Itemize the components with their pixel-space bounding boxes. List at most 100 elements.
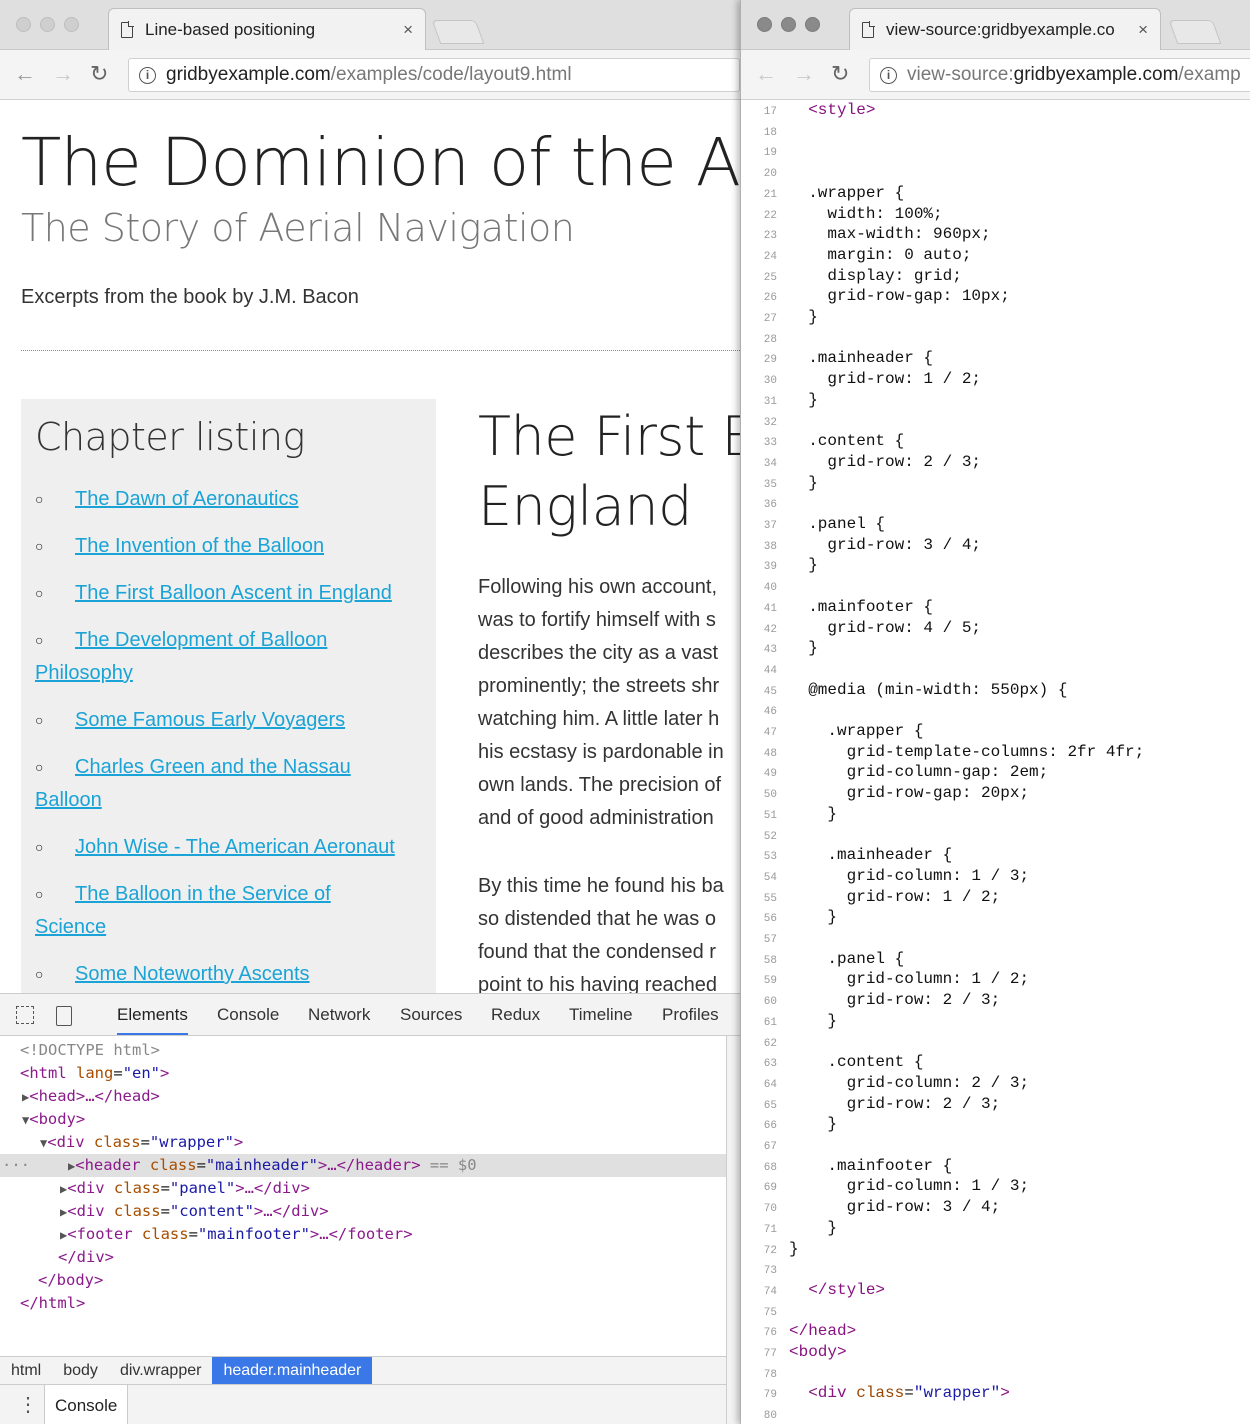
source-code-text: grid-column: 1 / 3; — [789, 1177, 1030, 1196]
chapter-link[interactable]: Charles Green and the Nassau — [75, 756, 351, 778]
close-window-button[interactable] — [16, 17, 31, 32]
source-line: 54 grid-column: 1 / 3; — [741, 866, 1250, 887]
dom-node-html-close[interactable]: </html> — [0, 1292, 726, 1315]
close-tab-icon[interactable]: × — [1138, 20, 1148, 40]
forward-arrow-icon[interactable]: → — [793, 62, 815, 86]
source-code-text: </style> — [808, 1280, 886, 1299]
source-line: 48 grid-template-columns: 2fr 4fr; — [741, 742, 1250, 763]
drawer-tab-console[interactable]: Console — [44, 1385, 129, 1424]
devtools-tab-profiles[interactable]: Profiles — [662, 1005, 719, 1025]
source-line: 62 — [741, 1032, 1250, 1053]
chapter-link[interactable]: Some Noteworthy Ascents — [75, 963, 310, 985]
dom-node-content[interactable]: ▶<div class="content">…</div> — [0, 1200, 726, 1223]
info-icon[interactable]: i — [139, 66, 156, 84]
dom-node-footer[interactable]: ▶<footer class="mainfooter">…</footer> — [0, 1223, 726, 1246]
new-tab-button[interactable] — [1168, 20, 1222, 44]
devtools-tab-sources[interactable]: Sources — [400, 1005, 462, 1025]
close-tab-icon[interactable]: × — [403, 20, 413, 40]
minimize-window-button[interactable] — [40, 17, 55, 32]
excerpt-text: Excerpts from the book by J.M. Bacon — [21, 286, 359, 308]
source-code-text: margin: 0 auto; — [789, 245, 972, 264]
breadcrumb-item[interactable]: header.mainheader — [212, 1356, 373, 1385]
source-code-text: } — [789, 473, 818, 492]
chapter-link[interactable]: The Balloon in the Service of — [75, 883, 331, 905]
line-number: 52 — [763, 830, 777, 843]
chapter-link[interactable]: Some Famous Early Voyagers — [75, 709, 345, 731]
dom-node-doctype[interactable]: <!DOCTYPE html> — [0, 1039, 726, 1062]
breadcrumb-item[interactable]: div.wrapper — [109, 1357, 213, 1385]
line-number: 59 — [763, 975, 777, 988]
chapter-link[interactable]: The First Balloon Ascent in England — [75, 582, 392, 604]
tab-strip: Line-based positioning × — [0, 0, 740, 50]
chapter-link[interactable]: The Development of Balloon — [75, 629, 327, 651]
forward-arrow-icon[interactable]: → — [52, 62, 74, 86]
address-bar[interactable]: i view-source:gridbyexample.com/examp — [869, 58, 1250, 92]
reload-icon[interactable]: ↻ — [90, 62, 108, 86]
devtools-tab-console[interactable]: Console — [217, 1005, 279, 1025]
line-number: 24 — [763, 250, 777, 263]
content-title: The First B England — [478, 405, 740, 538]
info-icon[interactable]: i — [880, 66, 897, 84]
kebab-menu-icon[interactable]: ⋮ — [18, 1391, 38, 1419]
chapter-link-continued[interactable]: Science — [35, 916, 106, 938]
maximize-window-button[interactable] — [64, 17, 79, 32]
minimize-window-button[interactable] — [781, 17, 796, 32]
dom-node-html[interactable]: <html lang="en"> — [0, 1062, 726, 1085]
dom-node-head[interactable]: ▶<head>…</head> — [0, 1085, 726, 1108]
paragraph-line: so distended that he was o — [478, 908, 716, 930]
dom-node-body[interactable]: ▼<body> — [0, 1108, 726, 1131]
chapter-link-continued[interactable]: Philosophy — [35, 662, 133, 684]
url-text: gridbyexample.com/examples/code/layout9.… — [166, 64, 572, 85]
source-code-text: .mainfooter { — [789, 1156, 953, 1175]
line-number: 42 — [763, 623, 777, 636]
bullet-icon: ○ — [35, 886, 44, 902]
chapter-link[interactable]: The Dawn of Aeronautics — [75, 488, 298, 510]
source-code-text: } — [789, 639, 818, 658]
source-line: 58 .panel { — [741, 949, 1250, 970]
devtools-tab-timeline[interactable]: Timeline — [569, 1005, 633, 1025]
browser-tab-active[interactable]: Line-based positioning × — [108, 8, 426, 50]
new-tab-button[interactable] — [431, 20, 485, 44]
line-number: 77 — [763, 1348, 777, 1360]
chapter-link-continued[interactable]: Balloon — [35, 789, 102, 811]
line-number: 39 — [763, 561, 777, 574]
source-line: 50 grid-row-gap: 20px; — [741, 783, 1250, 804]
breadcrumb-item[interactable]: html — [0, 1357, 52, 1385]
breadcrumb-item[interactable]: body — [52, 1357, 109, 1385]
source-line: 46 — [741, 700, 1250, 721]
maximize-window-button[interactable] — [805, 17, 820, 32]
dom-node-div-close[interactable]: </div> — [0, 1246, 726, 1269]
back-arrow-icon[interactable]: ← — [755, 62, 777, 86]
line-number: 27 — [763, 313, 777, 325]
inspect-element-icon[interactable] — [16, 1006, 34, 1024]
source-line: 31 } — [741, 390, 1250, 411]
source-line: 53 .mainheader { — [741, 845, 1250, 866]
address-bar[interactable]: i gridbyexample.com/examples/code/layout… — [128, 58, 740, 92]
source-code-text: </head> — [789, 1322, 857, 1341]
source-code-text: } — [789, 1011, 838, 1030]
dom-node-header-selected[interactable]: ··· ▶<header class="mainheader">…</header… — [0, 1154, 726, 1177]
device-mode-icon[interactable] — [56, 1006, 72, 1026]
devtools-tab-elements[interactable]: Elements — [117, 1005, 188, 1035]
chapter-link[interactable]: John Wise - The American Aeronaut — [75, 836, 395, 858]
devtools-tab-network[interactable]: Network — [308, 1005, 370, 1025]
dom-node-body-close[interactable]: </body> — [0, 1269, 726, 1292]
back-arrow-icon[interactable]: ← — [14, 62, 36, 86]
line-number: 19 — [763, 147, 777, 160]
source-code-text: grid-column-gap: 2em; — [789, 763, 1049, 782]
chapter-link[interactable]: The Invention of the Balloon — [75, 535, 324, 557]
reload-icon[interactable]: ↻ — [831, 62, 849, 86]
chapter-list-item: ○ The Dawn of Aeronautics — [35, 483, 430, 516]
page-icon — [862, 20, 875, 38]
close-window-button[interactable] — [757, 17, 772, 32]
source-code-text: @media (min-width: 550px) { — [789, 680, 1068, 699]
source-line: 73 — [741, 1259, 1250, 1280]
source-code-text: .content { — [789, 432, 905, 451]
devtools-tab-redux[interactable]: Redux — [491, 1005, 540, 1025]
dom-node-panel[interactable]: ▶<div class="panel">…</div> — [0, 1177, 726, 1200]
browser-tab-active[interactable]: view-source:gridbyexample.co × — [849, 8, 1161, 50]
source-code-text: } — [789, 804, 838, 823]
dom-node-wrapper[interactable]: ▼<div class="wrapper"> — [0, 1131, 726, 1154]
devtools-sidebar-edge[interactable] — [726, 1036, 740, 1424]
chapter-list-item: ○ Some Noteworthy Ascents — [35, 958, 430, 991]
